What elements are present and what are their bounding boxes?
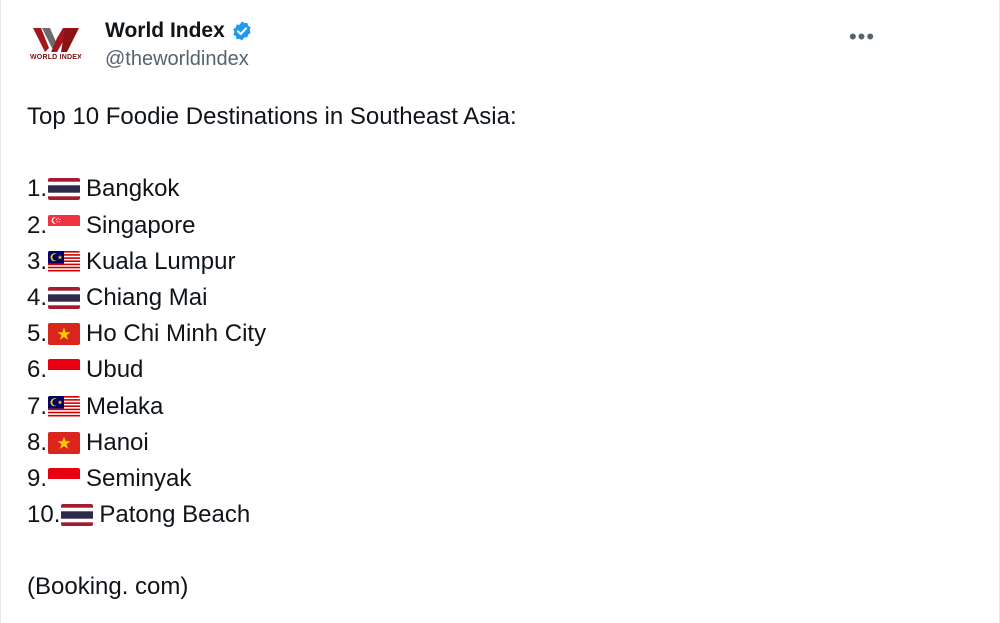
- avatar[interactable]: WORLD INDEX: [27, 14, 85, 72]
- tweet-intro: Top 10 Foodie Destinations in Southeast …: [27, 103, 517, 130]
- destination-item: 8. Hanoi: [27, 425, 927, 461]
- destination-item: 7. Melaka: [27, 389, 927, 425]
- indonesia-flag-icon: [48, 467, 81, 490]
- destination-name: Melaka: [86, 392, 164, 420]
- destination-name: Ubud: [86, 356, 144, 384]
- malaysia-flag-icon: [48, 250, 81, 273]
- destination-rank: 8.: [27, 428, 48, 456]
- destination-rank: 10.: [27, 501, 61, 529]
- thailand-flag-icon: [61, 504, 94, 527]
- tweet-text: Top 10 Foodie Destinations in Southeast …: [27, 99, 927, 606]
- destination-rank: 6.: [27, 356, 48, 384]
- destination-item: 10. Patong Beach: [27, 497, 927, 533]
- destination-name: Bangkok: [86, 175, 180, 203]
- more-options-button[interactable]: •••: [845, 20, 879, 54]
- thailand-flag-icon: [48, 287, 81, 310]
- account-names: World Index @theworldindex: [105, 16, 253, 71]
- tweet-card: WORLD INDEX World Index @theworldindex •…: [0, 0, 1000, 623]
- vietnam-flag-icon: [48, 323, 81, 346]
- destination-list: 1. Bangkok 2. Singapore 3. Kuala Lumpur 4. Chia…: [27, 171, 927, 533]
- destination-name: Ho Chi Minh City: [86, 320, 267, 348]
- tweet-source: (Booking. com): [27, 573, 189, 601]
- destination-name: Seminyak: [86, 464, 192, 492]
- destination-item: 5. Ho Chi Minh City: [27, 316, 927, 352]
- destination-rank: 5.: [27, 320, 48, 348]
- tweet-header: WORLD INDEX World Index @theworldindex •…: [27, 14, 967, 78]
- destination-item: 3. Kuala Lumpur: [27, 244, 927, 280]
- destination-rank: 9.: [27, 464, 48, 492]
- thailand-flag-icon: [48, 178, 81, 201]
- destination-rank: 1.: [27, 175, 48, 203]
- destination-item: 2. Singapore: [27, 208, 927, 244]
- destination-item: 9. Seminyak: [27, 461, 927, 497]
- destination-name: Patong Beach: [99, 501, 251, 529]
- destination-item: 6. Ubud: [27, 352, 927, 388]
- world-index-logo-icon: [33, 28, 79, 52]
- destination-item: 1. Bangkok: [27, 171, 927, 207]
- more-horizontal-icon: •••: [848, 24, 876, 49]
- vietnam-flag-icon: [48, 431, 81, 454]
- destination-rank: 4.: [27, 283, 48, 311]
- destination-name: Chiang Mai: [86, 283, 208, 311]
- avatar-logo-text: WORLD INDEX: [30, 54, 82, 61]
- display-name[interactable]: World Index: [105, 19, 225, 43]
- account-handle[interactable]: @theworldindex: [105, 48, 253, 71]
- destination-rank: 3.: [27, 247, 48, 275]
- destination-name: Hanoi: [86, 428, 149, 456]
- destination-name: Singapore: [86, 211, 196, 239]
- destination-rank: 7.: [27, 392, 48, 420]
- destination-rank: 2.: [27, 211, 48, 239]
- destination-name: Kuala Lumpur: [86, 247, 236, 275]
- malaysia-flag-icon: [48, 395, 81, 418]
- indonesia-flag-icon: [48, 359, 81, 382]
- destination-item: 4. Chiang Mai: [27, 280, 927, 316]
- singapore-flag-icon: [48, 214, 81, 237]
- verified-badge-icon[interactable]: [231, 20, 253, 42]
